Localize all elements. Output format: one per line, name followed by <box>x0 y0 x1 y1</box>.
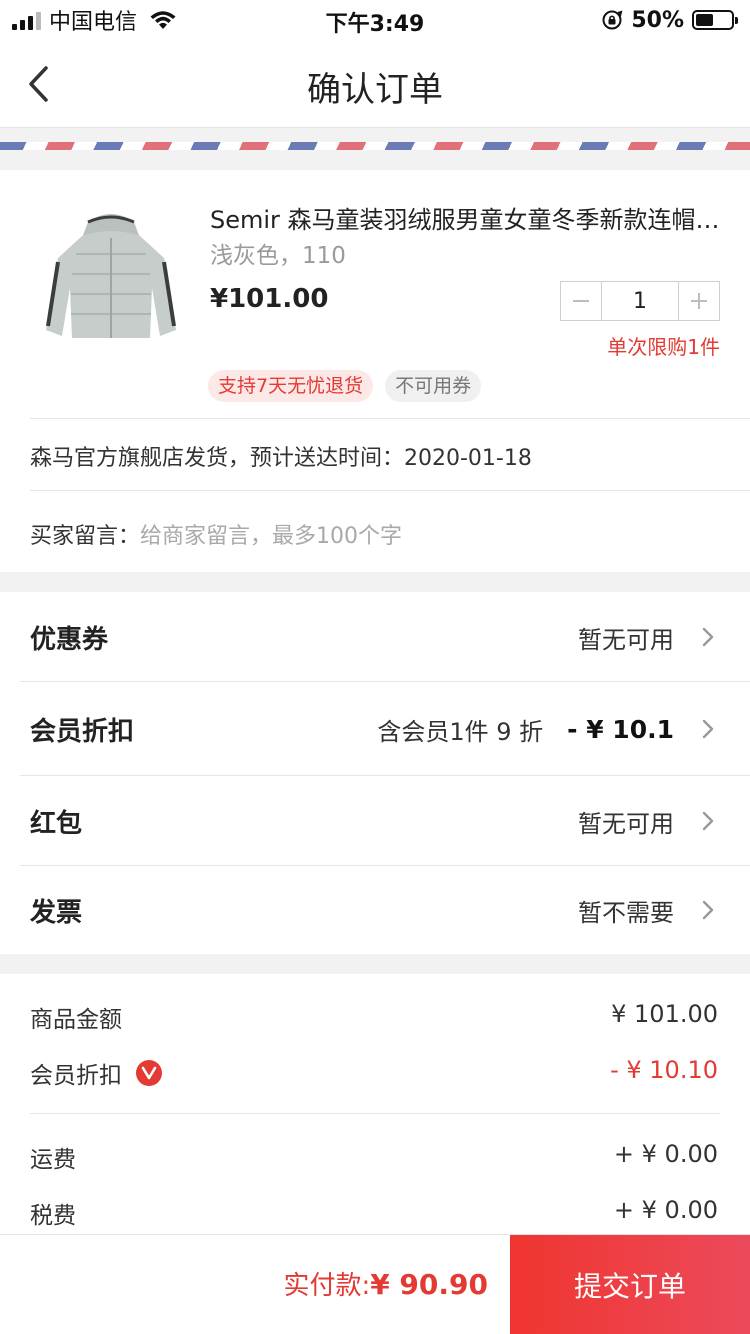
order-options-card: 优惠券 暂无可用 会员折扣 含会员1件 9 折 - ¥ 10.1 红包 暂无可用 <box>0 592 750 954</box>
vip-badge-icon <box>136 1060 162 1086</box>
divider <box>30 1113 720 1114</box>
quantity-value[interactable]: 1 <box>601 282 679 320</box>
invoice-label: 发票 <box>30 897 83 928</box>
plus-icon <box>691 293 707 309</box>
chevron-right-icon <box>702 900 714 920</box>
goods-amount-label: 商品金额 <box>30 1000 122 1034</box>
red-packet-value: 暂无可用 <box>578 809 674 838</box>
quantity-stepper: 1 <box>560 281 720 321</box>
tax-text: 税费 <box>30 1203 76 1229</box>
total-amount: ¥ 90.90 <box>370 1268 488 1301</box>
total-label: 实付款: <box>283 1271 371 1301</box>
purchase-limit: 单次限购1件 <box>607 335 720 359</box>
airmail-stripe-divider <box>0 142 750 150</box>
divider <box>30 418 750 419</box>
total-payment: 实付款: ¥ 90.90 <box>283 1265 488 1302</box>
chevron-right-icon <box>702 811 714 831</box>
member-discount-summary-value: - ¥ 10.10 <box>610 1056 718 1084</box>
goods-amount-text: 商品金额 <box>30 1007 122 1033</box>
product-title[interactable]: Semir 森马童装羽绒服男童女童冬季新款连帽外套 <box>210 200 722 235</box>
member-discount-row[interactable]: 会员折扣 含会员1件 9 折 - ¥ 10.1 <box>0 682 750 776</box>
battery-level <box>696 14 713 26</box>
coupon-row[interactable]: 优惠券 暂无可用 <box>0 592 750 682</box>
product-price: ¥101.00 <box>210 284 329 314</box>
increase-button[interactable] <box>679 282 719 320</box>
bottom-bar: 实付款: ¥ 90.90 提交订单 <box>0 1234 750 1334</box>
member-discount-label: 会员折扣 <box>30 716 135 747</box>
shipping-fee-text: 运费 <box>30 1147 76 1173</box>
member-discount-value: 含会员1件 9 折 <box>377 717 544 746</box>
invoice-row[interactable]: 发票 暂不需要 <box>0 866 750 954</box>
coupon-value: 暂无可用 <box>578 625 674 654</box>
member-discount-amount: - ¥ 10.1 <box>567 714 674 744</box>
shipping-fee-value: + ¥ 0.00 <box>613 1140 718 1168</box>
buyer-message-label: 买家留言： <box>30 524 141 549</box>
red-packet-label: 红包 <box>30 808 83 839</box>
divider <box>30 490 750 491</box>
product-tags: 支持7天无忧退货 不可用券 <box>208 370 482 402</box>
tax-value: + ¥ 0.00 <box>613 1196 718 1224</box>
buyer-message-input[interactable]: 给商家留言，最多100个字 <box>140 518 402 550</box>
chevron-right-icon <box>702 719 714 739</box>
buyer-message-field[interactable]: 买家留言： 给商家留言，最多100个字 <box>30 518 402 550</box>
chevron-right-icon <box>702 627 714 647</box>
product-variant: 浅灰色，110 <box>210 243 346 269</box>
red-packet-row[interactable]: 红包 暂无可用 <box>0 776 750 866</box>
submit-order-button[interactable]: 提交订单 <box>510 1235 750 1334</box>
order-confirm-page: 中国电信 下午3:49 50% 确认订单 Semir 森马童装羽绒服男童女童冬季… <box>0 0 750 1334</box>
member-discount-summary-label: 会员折扣 <box>30 1056 162 1090</box>
battery-percent: 50% <box>631 7 684 33</box>
shipping-fee-label: 运费 <box>30 1140 76 1174</box>
minus-icon <box>573 300 589 302</box>
product-card: Semir 森马童装羽绒服男童女童冬季新款连帽外套 浅灰色，110 ¥101.0… <box>0 170 750 572</box>
decrease-button[interactable] <box>561 282 601 320</box>
member-discount-summary-text: 会员折扣 <box>30 1063 122 1089</box>
return-policy-tag: 支持7天无忧退货 <box>208 370 374 402</box>
coupon-label: 优惠券 <box>30 624 109 655</box>
price-summary-card: 商品金额 ¥ 101.00 会员折扣 - ¥ 10.10 运费 + ¥ 0.00… <box>0 974 750 1234</box>
shipping-info: 森马官方旗舰店发货，预计送达时间：2020-01-18 <box>30 446 532 471</box>
invoice-value: 暂不需要 <box>578 898 674 927</box>
nav-bar: 确认订单 <box>0 40 750 128</box>
goods-amount-value: ¥ 101.00 <box>611 1000 718 1028</box>
no-coupon-tag: 不可用券 <box>385 370 482 402</box>
rotation-lock-icon <box>602 10 623 30</box>
page-title: 确认订单 <box>307 70 443 110</box>
tax-label: 税费 <box>30 1196 76 1230</box>
status-right: 50% <box>601 6 738 34</box>
product-image[interactable] <box>36 202 186 352</box>
battery-icon <box>692 10 738 30</box>
status-bar: 中国电信 下午3:49 50% <box>0 0 750 40</box>
